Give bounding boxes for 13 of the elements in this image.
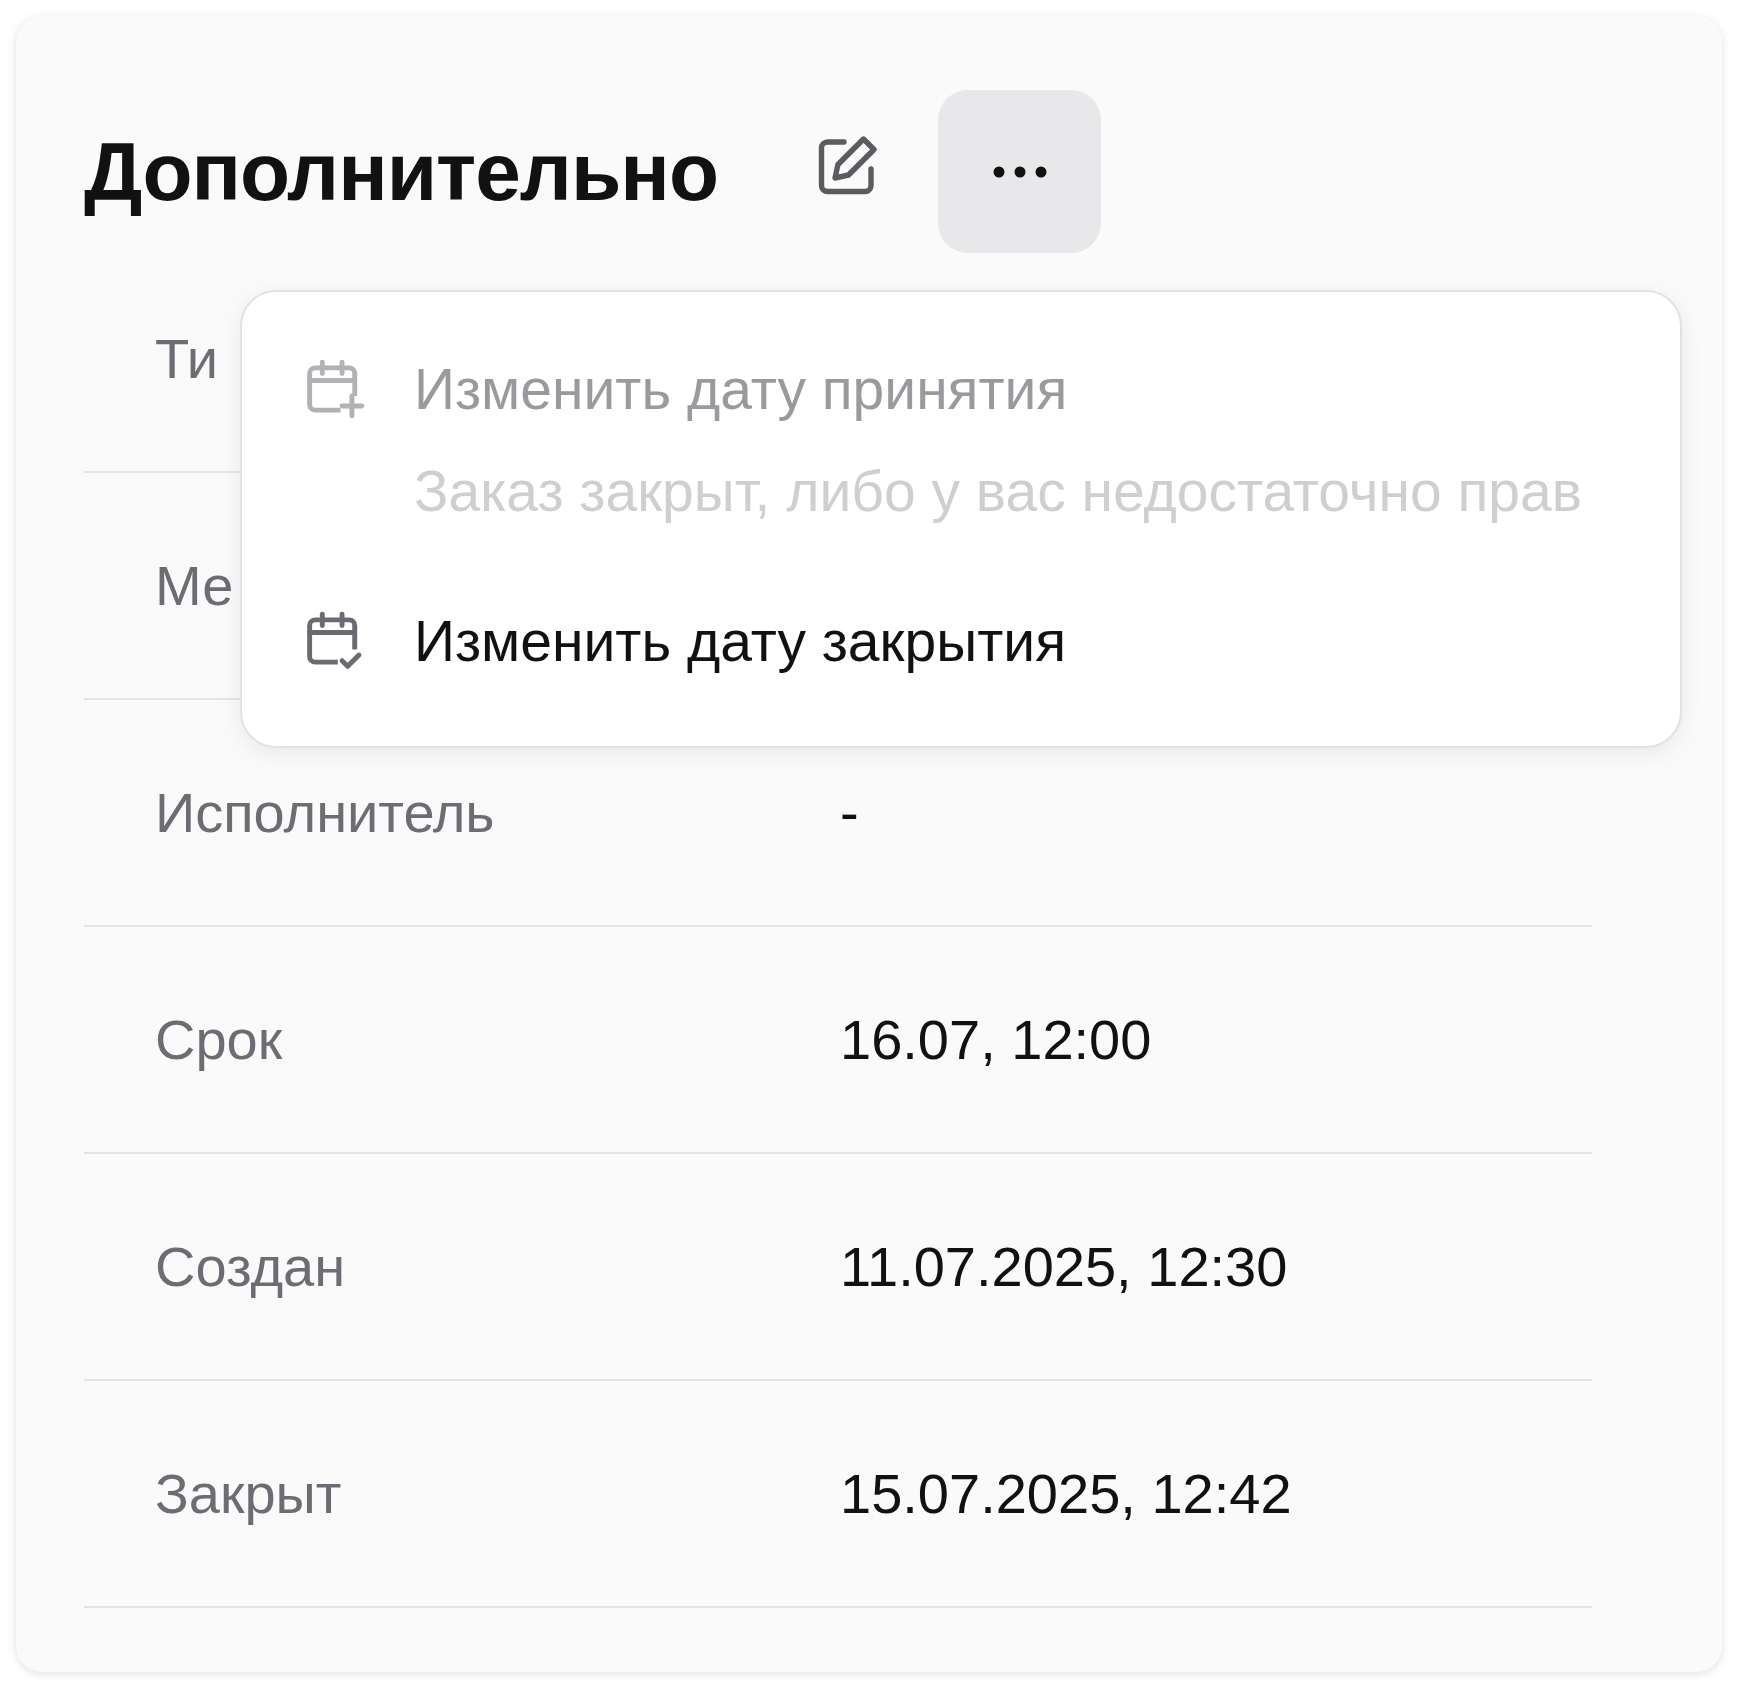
field-label: Ме bbox=[155, 554, 234, 617]
field-label: Исполнитель bbox=[155, 781, 495, 844]
menu-item[interactable]: Изменить дату закрытия bbox=[414, 608, 1066, 674]
field-value: 11.07.2025, 12:30 bbox=[840, 1234, 1288, 1299]
more-icon bbox=[991, 164, 1048, 179]
field-label: Ти bbox=[155, 327, 219, 390]
field-label: Закрыт bbox=[155, 1462, 342, 1525]
field-value: - bbox=[840, 780, 859, 845]
field-value: 15.07.2025, 12:42 bbox=[840, 1461, 1292, 1526]
field-label: Создан bbox=[155, 1235, 346, 1298]
field-label: Срок bbox=[155, 1008, 283, 1071]
field-value: 16.07, 12:00 bbox=[840, 1007, 1152, 1072]
section-title: Дополнительно bbox=[84, 124, 719, 219]
